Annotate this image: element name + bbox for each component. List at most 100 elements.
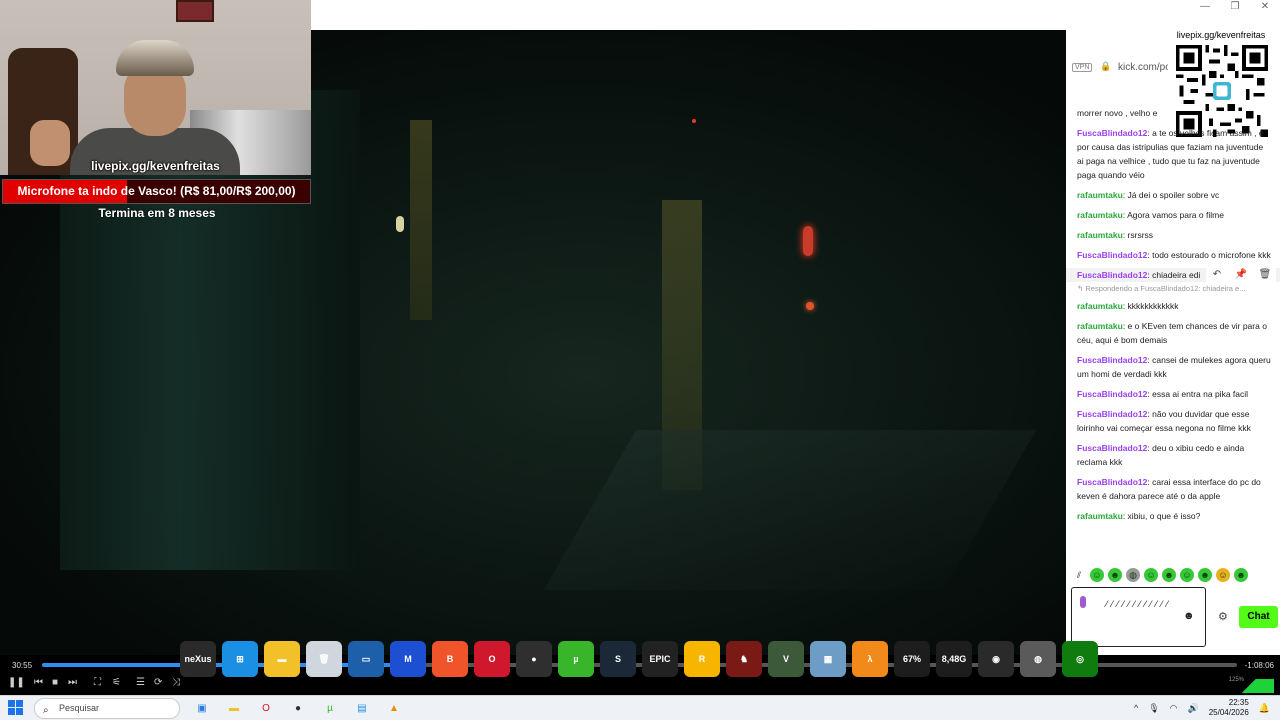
notification-bell-icon[interactable]: 🔔 [1259,703,1270,714]
stop-icon[interactable]: ■ [52,677,58,688]
emote-icon[interactable]: ☻ [1108,568,1122,582]
chat-message[interactable]: rafaumtaku: Já dei o spoiler sobre vc [1066,188,1280,202]
close-button[interactable]: ✕ [1250,0,1280,14]
emote-icon[interactable]: ☺ [1144,568,1158,582]
dock-rockstar[interactable]: R [684,641,720,677]
dock-camera[interactable]: ◉ [978,641,1014,677]
taskbar-vlc[interactable]: ▲ [384,698,404,718]
microphone-icon[interactable] [1080,596,1086,608]
emote-icon[interactable]: ☻ [1234,568,1248,582]
taskbar-notepad[interactable]: ▤ [352,698,372,718]
next-icon[interactable]: ⏭ [68,677,77,688]
chat-message[interactable]: FuscaBlindado12: a te os velhos ficam as… [1066,126,1280,182]
emote-icon[interactable]: ⫽ [1072,568,1086,582]
vpn-badge[interactable]: VPN [1072,63,1093,72]
playlist-icon[interactable]: ☰ [136,677,145,688]
dock-xbox[interactable]: ◎ [1062,641,1098,677]
reply-context[interactable]: ↰ Respondendo a FuscaBlindado12: chiadei… [1066,284,1280,293]
fullscreen-icon[interactable]: ⛶ [94,677,101,688]
dock-brave[interactable]: B [432,641,468,677]
dock-windows[interactable]: ⊞ [222,641,258,677]
dock-gta-v[interactable]: V [768,641,804,677]
dock-monitor[interactable]: ▭ [348,641,384,677]
chat-message[interactable]: rafaumtaku: kkkkkkkkkkkk [1066,299,1280,313]
shuffle-icon[interactable]: ⤨ [172,677,180,688]
loop-icon[interactable]: ⟳ [154,677,162,688]
clock[interactable]: 22:35 25/04/2026 [1209,698,1249,718]
dock-half-life[interactable]: λ [852,641,888,677]
emote-icon[interactable]: ◍ [1126,568,1140,582]
emote-icon[interactable]: ☺ [1090,568,1104,582]
chat-username[interactable]: FuscaBlindado12 [1077,128,1147,138]
chat-username[interactable]: FuscaBlindado12 [1077,409,1147,419]
previous-icon[interactable]: ⏮ [34,677,43,688]
chat-message[interactable]: FuscaBlindado12: cansei de mulekes agora… [1066,353,1280,381]
taskbar-obs[interactable]: ● [288,698,308,718]
chat-message[interactable]: rafaumtaku: Agora vamos para o filme [1066,208,1280,222]
dock-memory-meter[interactable]: 8,48G [936,641,972,677]
chat-username[interactable]: rafaumtaku [1077,190,1123,200]
start-button[interactable] [8,700,23,715]
taskbar-explorer[interactable]: ▬ [224,698,244,718]
reply-icon[interactable]: ↶ [1206,266,1228,284]
chat-message[interactable]: rafaumtaku: xibiu, o que é isso? [1066,509,1280,523]
emote-icon[interactable]: ☺ [1180,568,1194,582]
chat-username[interactable]: FuscaBlindado12 [1077,270,1147,280]
chat-username[interactable]: rafaumtaku [1077,230,1123,240]
minimize-button[interactable]: — [1190,0,1220,14]
chat-username[interactable]: rafaumtaku [1077,210,1123,220]
chat-message-hovered[interactable]: FuscaBlindado12: chiadeira edi ↶ 📌 🗑 [1066,266,1280,284]
emote-icon[interactable]: ☻ [1162,568,1176,582]
dock-malwarebytes[interactable]: M [390,641,426,677]
dock-epic-games[interactable]: EPIC [642,641,678,677]
dock-cpu-meter[interactable]: 67% [894,641,930,677]
window-controls: — ❐ ✕ [1190,0,1280,14]
chat-username[interactable]: FuscaBlindado12 [1077,477,1147,487]
maximize-button[interactable]: ❐ [1220,0,1250,14]
taskbar-utorrent[interactable]: µ [320,698,340,718]
chat-message[interactable]: rafaumtaku: e o KEven tem chances de vir… [1066,319,1280,347]
chat-username[interactable]: FuscaBlindado12 [1077,250,1147,260]
tray-chevron-icon[interactable]: ^ [1134,703,1138,713]
chat-message[interactable]: FuscaBlindado12: não vou duvidar que ess… [1066,407,1280,435]
chat-message[interactable]: rafaumtaku: rsrsrss [1066,228,1280,242]
volume-slider[interactable] [1224,679,1274,693]
emote-icon[interactable]: ☺ [1216,568,1230,582]
chat-message[interactable]: morrer novo , velho e [1066,106,1280,120]
chat-settings-icon[interactable]: ⚙ [1218,610,1228,623]
dock-obs[interactable]: ● [516,641,552,677]
extended-settings-icon[interactable]: ⚟ [112,677,121,688]
chat-message[interactable]: FuscaBlindado12: carai essa interface do… [1066,475,1280,503]
chat-username[interactable]: FuscaBlindado12 [1077,443,1147,453]
dock-rdr2[interactable]: ♞ [726,641,762,677]
pin-icon[interactable]: 📌 [1230,266,1252,284]
microphone-tray-icon[interactable]: 🎙 [1148,703,1159,714]
chat-message[interactable]: FuscaBlindado12: todo estourado o microf… [1066,248,1280,262]
delete-icon[interactable]: 🗑 [1254,266,1276,284]
chat-username[interactable]: rafaumtaku [1077,511,1123,521]
dock-game-cover[interactable]: ▦ [810,641,846,677]
taskbar-opera-gx[interactable]: O [256,698,276,718]
taskbar-search[interactable]: ⌕ Pesquisar [34,698,180,719]
chat-message[interactable]: FuscaBlindado12: essa ai entra na pika f… [1066,387,1280,401]
dock-nexus[interactable]: neXus [180,641,216,677]
emote-icon[interactable]: ☻ [1198,568,1212,582]
dock-sphere[interactable]: ◍ [1020,641,1056,677]
dock-recycle-bin[interactable]: 🗑 [306,641,342,677]
emoji-picker-icon[interactable]: ☻ [1183,610,1195,622]
chat-send-button[interactable]: Chat [1239,606,1278,628]
taskbar-store[interactable]: ▣ [192,698,212,718]
chat-username[interactable]: FuscaBlindado12 [1077,355,1147,365]
address-bar[interactable]: kick.com/po [1118,62,1171,73]
pause-icon[interactable]: ❚❚ [8,677,25,688]
chat-username[interactable]: FuscaBlindado12 [1077,389,1147,399]
speaker-icon[interactable]: 🔊 [1188,703,1199,714]
chat-username[interactable]: rafaumtaku [1077,301,1123,311]
chat-username[interactable]: rafaumtaku [1077,321,1123,331]
dock-steam[interactable]: S [600,641,636,677]
dock-folder[interactable]: ▬ [264,641,300,677]
chat-message[interactable]: FuscaBlindado12: deu o xibiu cedo e aind… [1066,441,1280,469]
dock-opera[interactable]: O [474,641,510,677]
dock-utorrent[interactable]: µ [558,641,594,677]
wifi-icon[interactable]: ◠ [1170,703,1178,714]
